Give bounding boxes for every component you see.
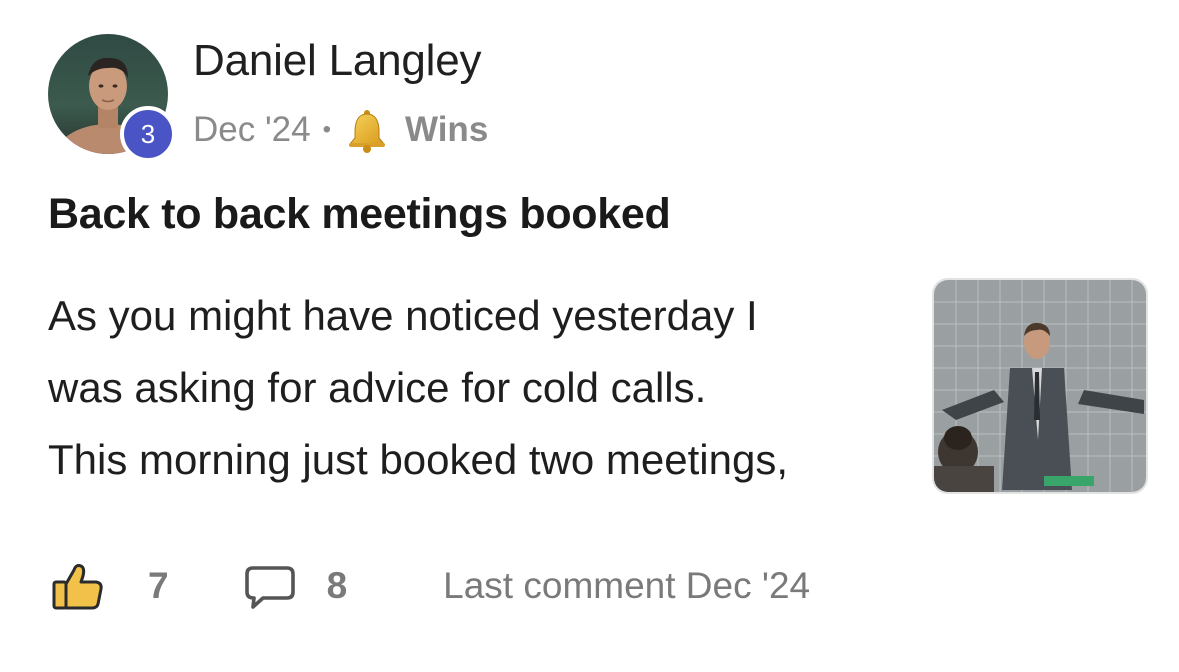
- author-name[interactable]: Daniel Langley: [193, 36, 481, 86]
- body-line: As you might have noticed yesterday I: [48, 292, 758, 339]
- level-badge: 3: [120, 106, 176, 162]
- thumbs-up-icon[interactable]: [50, 558, 106, 614]
- post-footer: 7 8 Last comment Dec '24: [50, 556, 810, 616]
- post-title[interactable]: Back to back meetings booked: [48, 190, 671, 239]
- community-post-card[interactable]: 3 Daniel Langley Dec '24 • Wins Back to …: [0, 0, 1179, 672]
- category-link[interactable]: Wins: [405, 110, 488, 150]
- comment-bubble-icon[interactable]: [241, 558, 297, 614]
- meta-separator: •: [322, 116, 331, 143]
- bell-icon: [343, 106, 391, 154]
- body-line: This morning just booked two meetings,: [48, 436, 789, 483]
- comment-count: 8: [326, 565, 348, 606]
- like-count: 7: [148, 565, 169, 606]
- post-body-preview[interactable]: As you might have noticed yesterday I wa…: [48, 280, 918, 496]
- post-thumbnail[interactable]: [932, 278, 1148, 494]
- thumbnail-image: [934, 280, 1146, 492]
- last-comment-timestamp: Last comment Dec '24: [443, 565, 811, 606]
- post-date: Dec '24: [193, 110, 311, 149]
- body-line: was asking for advice for cold calls.: [48, 364, 707, 411]
- author-avatar-container[interactable]: 3: [48, 34, 176, 162]
- post-meta: Dec '24 • Wins: [193, 104, 488, 156]
